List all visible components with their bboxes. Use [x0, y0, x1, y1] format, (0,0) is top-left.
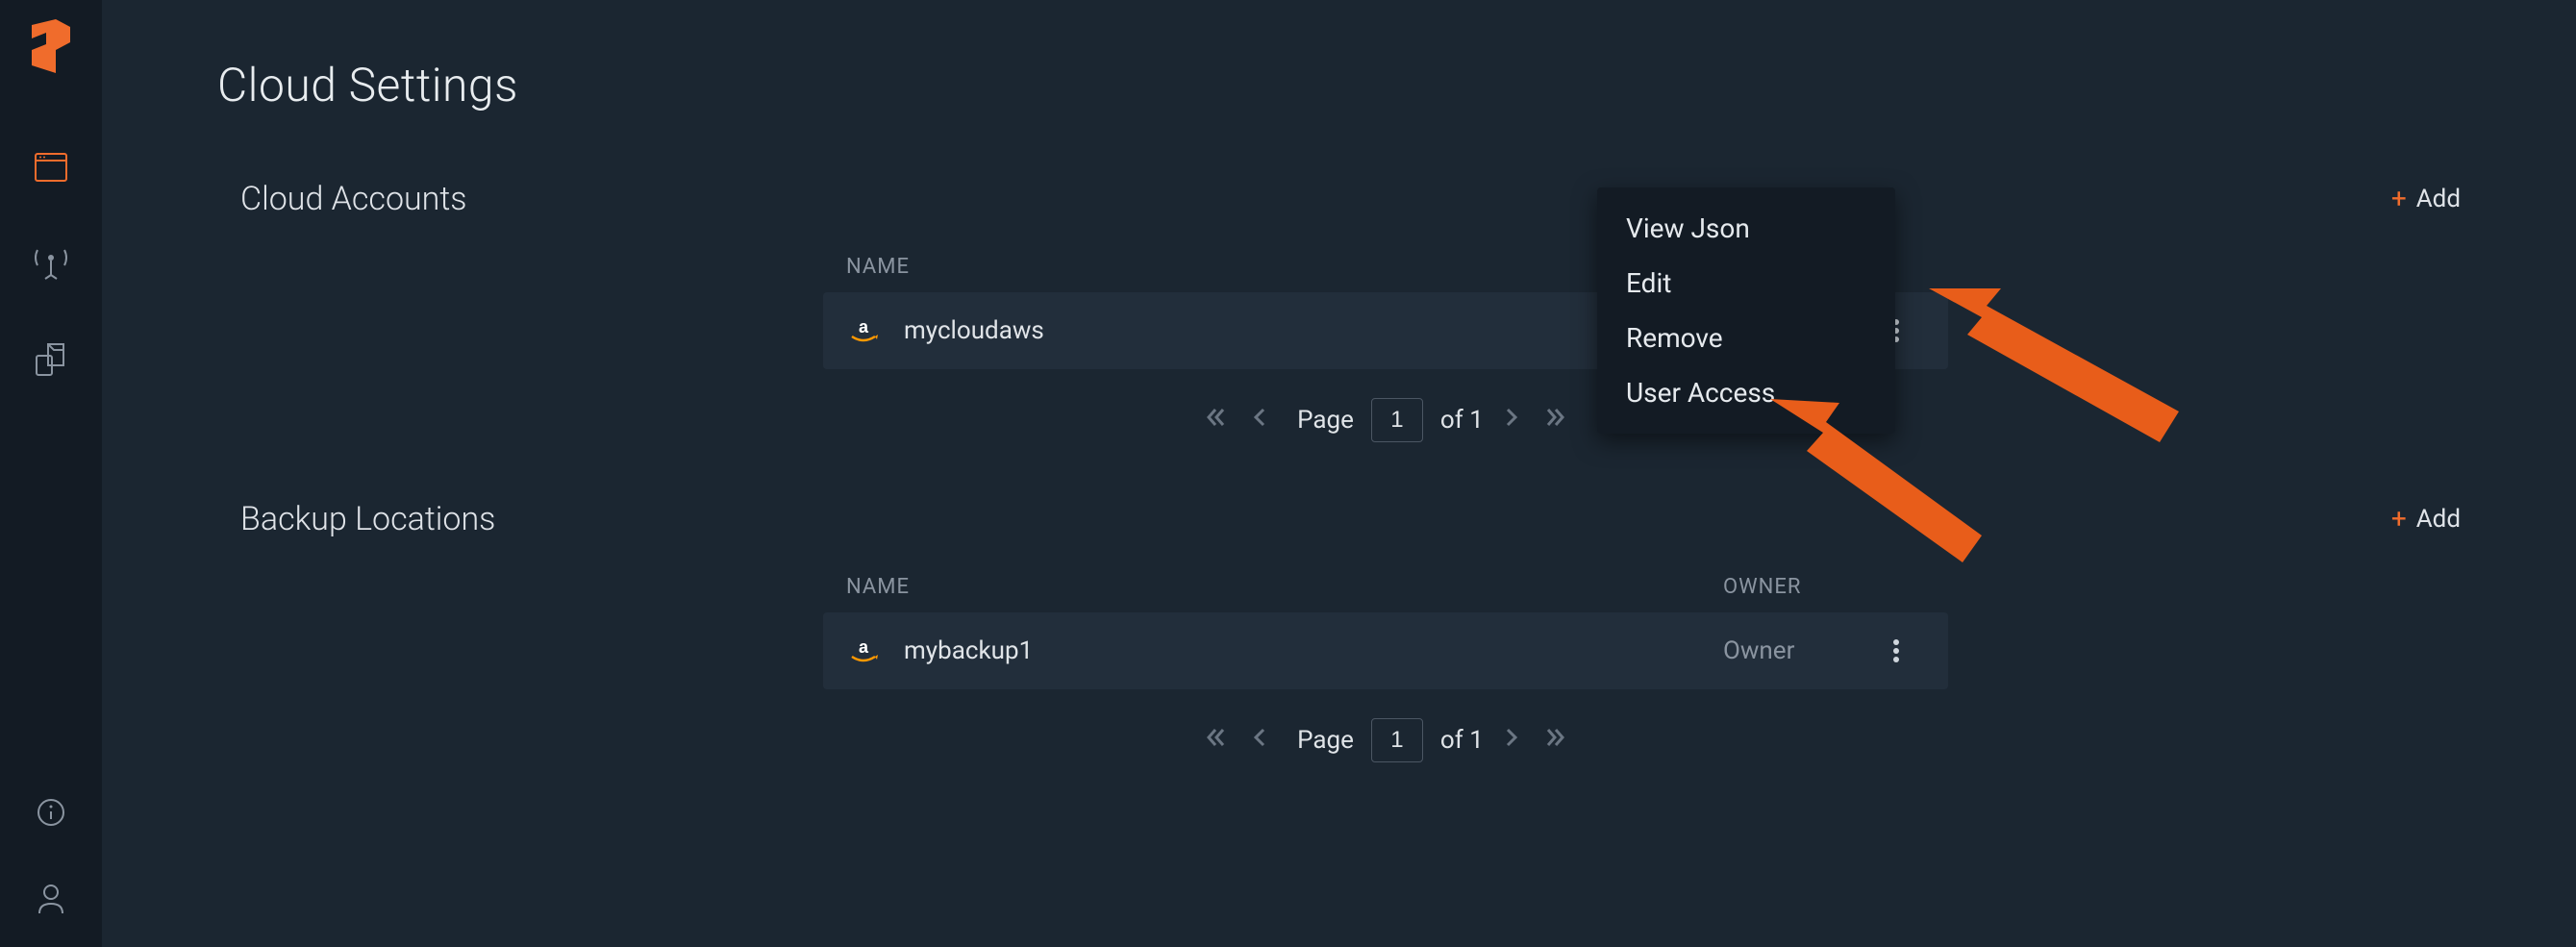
pager-prev-icon[interactable]: [1247, 402, 1270, 438]
pager-last-icon[interactable]: [1541, 402, 1570, 438]
menu-remove[interactable]: Remove: [1597, 311, 1895, 365]
table-row[interactable]: a mybackup1 Owner: [823, 612, 1948, 689]
pager-page-label: Page: [1297, 726, 1354, 755]
nav-applications[interactable]: [32, 340, 70, 379]
svg-text:a: a: [859, 637, 869, 657]
pager-prev-icon[interactable]: [1247, 722, 1270, 759]
nav-user[interactable]: [32, 880, 70, 918]
col-header-name: NAME: [846, 575, 1723, 599]
svg-text:a: a: [859, 317, 869, 336]
plus-icon: +: [2391, 186, 2407, 212]
row-owner: Owner: [1723, 636, 1867, 665]
main-content: Cloud Settings Cloud Accounts + Add NAME: [102, 0, 2576, 947]
pager-next-icon[interactable]: [1501, 402, 1524, 438]
menu-view-json[interactable]: View Json: [1597, 201, 1895, 256]
menu-edit[interactable]: Edit: [1597, 256, 1895, 311]
nav-info[interactable]: [32, 793, 70, 832]
pager-of-label: of 1: [1440, 726, 1484, 755]
pager-of-label: of 1: [1440, 406, 1484, 435]
add-cloud-account-button[interactable]: + Add: [2391, 185, 2461, 213]
brand-logo[interactable]: [27, 19, 75, 81]
row-actions-kebab[interactable]: [1867, 638, 1925, 663]
pager-next-icon[interactable]: [1501, 722, 1524, 759]
nav-broadcast[interactable]: [32, 244, 70, 283]
pager-last-icon[interactable]: [1541, 722, 1570, 759]
backup-locations-table: NAME OWNER a mybackup1 Owner: [823, 561, 1948, 762]
pager-first-icon[interactable]: [1201, 402, 1230, 438]
backup-locations-section: Backup Locations + Add NAME OWNER a: [217, 500, 2461, 762]
nav-dashboard[interactable]: [32, 148, 70, 187]
aws-icon: a: [846, 634, 881, 668]
pager-page-input[interactable]: [1371, 718, 1423, 762]
pager-page-label: Page: [1297, 406, 1354, 435]
add-backup-location-button[interactable]: + Add: [2391, 505, 2461, 534]
cloud-accounts-title: Cloud Accounts: [217, 180, 467, 218]
row-name: mybackup1: [904, 636, 1723, 665]
sidebar: [0, 0, 102, 947]
page-title: Cloud Settings: [217, 58, 2461, 112]
plus-icon: +: [2391, 506, 2407, 533]
backup-locations-pager: Page of 1: [823, 718, 1948, 762]
pager-page-input[interactable]: [1371, 398, 1423, 442]
cloud-accounts-section: Cloud Accounts + Add NAME a: [217, 180, 2461, 442]
col-header-owner: OWNER: [1723, 575, 1867, 599]
menu-user-access[interactable]: User Access: [1597, 365, 1895, 420]
backup-locations-title: Backup Locations: [217, 500, 495, 538]
add-label: Add: [2416, 185, 2461, 213]
aws-icon: a: [846, 313, 881, 348]
row-context-menu: View Json Edit Remove User Access: [1597, 187, 1895, 434]
add-label: Add: [2416, 505, 2461, 534]
pager-first-icon[interactable]: [1201, 722, 1230, 759]
